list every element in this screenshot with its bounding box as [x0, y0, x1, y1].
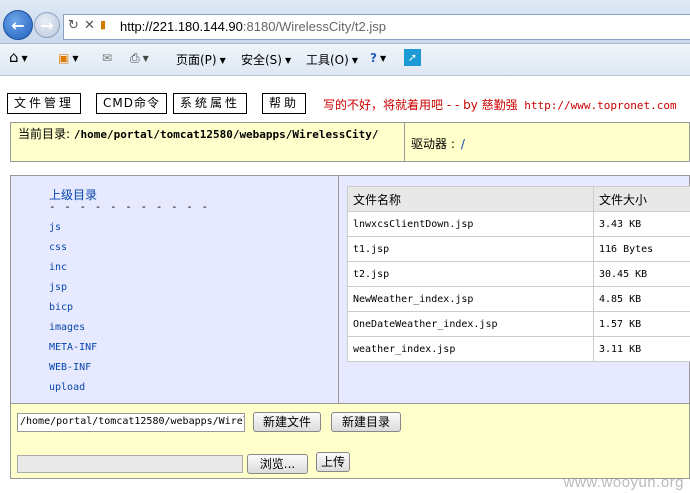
page-menu[interactable]: 页面(P) ▼ [176, 51, 226, 68]
dir-link[interactable]: css [49, 242, 67, 253]
forward-button[interactable]: → [34, 12, 60, 38]
extension-icon[interactable]: ➚ [404, 49, 421, 66]
table-row[interactable]: OneDateWeather_index.jsp 1.57 KB [347, 311, 690, 337]
author-url[interactable]: http://www.topronet.com [518, 99, 676, 112]
watermark: www.wooyun.org [563, 474, 684, 491]
dir-link[interactable]: upload [49, 382, 85, 393]
current-dir-row: 当前目录: /home/portal/tomcat12580/webapps/W… [10, 122, 690, 162]
file-name[interactable]: weather_index.jsp [347, 336, 594, 362]
command-bar: ⌂ ▼ ▣ ▼ ✉ ⎙ ▼ 页面(P) ▼ 安全(S) ▼ 工具(O) ▼ ? ▼ ➚ [0, 44, 690, 76]
forward-arrow-icon: → [40, 15, 54, 35]
path-input[interactable]: /home/portal/tomcat12580/webapps/Wirel [17, 413, 245, 432]
address-bar-area: ← → ↻ ✕ ▮ http://221.180.144.90:8180/Wir… [0, 0, 690, 44]
table-row[interactable]: t1.jsp 116 Bytes [347, 236, 690, 262]
dir-link[interactable]: jsp [49, 282, 67, 293]
actions-panel: /home/portal/tomcat12580/webapps/Wirel 新… [10, 403, 690, 479]
dir-link[interactable]: inc [49, 262, 67, 273]
menu-file-manager[interactable]: 文件管理 [7, 93, 82, 114]
stop-icon[interactable]: ✕ [84, 18, 95, 33]
drive-link[interactable]: / [461, 137, 465, 151]
author-banner: 写的不好，将就着用吧 - - by 慈勤强 http://www.toprone… [323, 98, 677, 112]
feeds-icon[interactable]: ▣ ▼ [58, 51, 79, 65]
back-button[interactable]: ← [3, 10, 33, 40]
safety-menu[interactable]: 安全(S) ▼ [241, 51, 291, 68]
url-field[interactable]: ↻ ✕ ▮ http://221.180.144.90:8180/Wireles… [63, 14, 690, 40]
help-icon[interactable]: ? ▼ [370, 51, 386, 65]
drive-label: 驱动器 : / [411, 137, 465, 151]
signal-icon: ▮ [100, 18, 107, 31]
file-name[interactable]: NewWeather_index.jsp [347, 286, 594, 312]
upload-button[interactable]: 上传 [316, 452, 350, 472]
dir-link[interactable]: js [49, 222, 61, 233]
dir-link[interactable]: WEB-INF [49, 362, 91, 373]
menu-cmd[interactable]: CMD命令 [96, 93, 167, 114]
browse-button[interactable]: 浏览... [247, 454, 308, 474]
url-text: http://221.180.144.90:8180/WirelessCity/… [120, 19, 386, 34]
table-row[interactable]: NewWeather_index.jsp 4.85 KB [347, 286, 690, 312]
back-arrow-icon: ← [11, 15, 25, 35]
dash-separator: - - - - - - - - - - - [49, 200, 210, 213]
table-row[interactable]: t2.jsp 30.45 KB [347, 261, 690, 287]
menu-system-properties[interactable]: 系统属性 [173, 93, 248, 114]
home-icon[interactable]: ⌂ ▼ [9, 48, 28, 66]
divider [404, 123, 405, 161]
file-name[interactable]: lnwxcsClientDown.jsp [347, 211, 594, 237]
directory-list: 上级目录 - - - - - - - - - - - js css inc js… [11, 176, 339, 406]
print-icon[interactable]: ⎙ ▼ [130, 51, 149, 66]
browser-panel: 上级目录 - - - - - - - - - - - js css inc js… [10, 175, 690, 407]
dir-link[interactable]: images [49, 322, 85, 333]
new-file-button[interactable]: 新建文件 [253, 412, 321, 432]
file-size: 3.11 KB [593, 336, 690, 362]
refresh-icon[interactable]: ↻ [68, 18, 79, 33]
upload-file-input[interactable] [17, 455, 243, 473]
table-row[interactable]: lnwxcsClientDown.jsp 3.43 KB [347, 211, 690, 237]
table-row[interactable]: weather_index.jsp 3.11 KB [347, 336, 690, 362]
file-size: 4.85 KB [593, 286, 690, 312]
file-name[interactable]: t2.jsp [347, 261, 594, 287]
menu-help[interactable]: 帮助 [262, 93, 307, 114]
dir-link[interactable]: bicp [49, 302, 73, 313]
column-header-size: 文件大小 [593, 186, 690, 212]
new-dir-button[interactable]: 新建目录 [331, 412, 401, 432]
file-size: 1.57 KB [593, 311, 690, 337]
file-size: 116 Bytes [593, 236, 690, 262]
column-header-name: 文件名称 [347, 186, 594, 212]
file-name[interactable]: OneDateWeather_index.jsp [347, 311, 594, 337]
current-dir-path: /home/portal/tomcat12580/webapps/Wireles… [73, 128, 379, 141]
file-size: 30.45 KB [593, 261, 690, 287]
file-name[interactable]: t1.jsp [347, 236, 594, 262]
table-header-row: 文件名称 文件大小 [347, 186, 690, 212]
file-size: 3.43 KB [593, 211, 690, 237]
mail-icon[interactable]: ✉ [102, 51, 112, 65]
page-content: 文件管理 CMD命令 系统属性 帮助 写的不好，将就着用吧 - - by 慈勤强… [0, 77, 690, 493]
file-table: 文件名称 文件大小 lnwxcsClientDown.jsp 3.43 KB t1… [347, 186, 690, 362]
current-dir-label: 当前目录: /home/portal/tomcat12580/webapps/W… [18, 127, 379, 141]
dir-link[interactable]: META-INF [49, 342, 97, 353]
tools-menu[interactable]: 工具(O) ▼ [306, 51, 358, 68]
